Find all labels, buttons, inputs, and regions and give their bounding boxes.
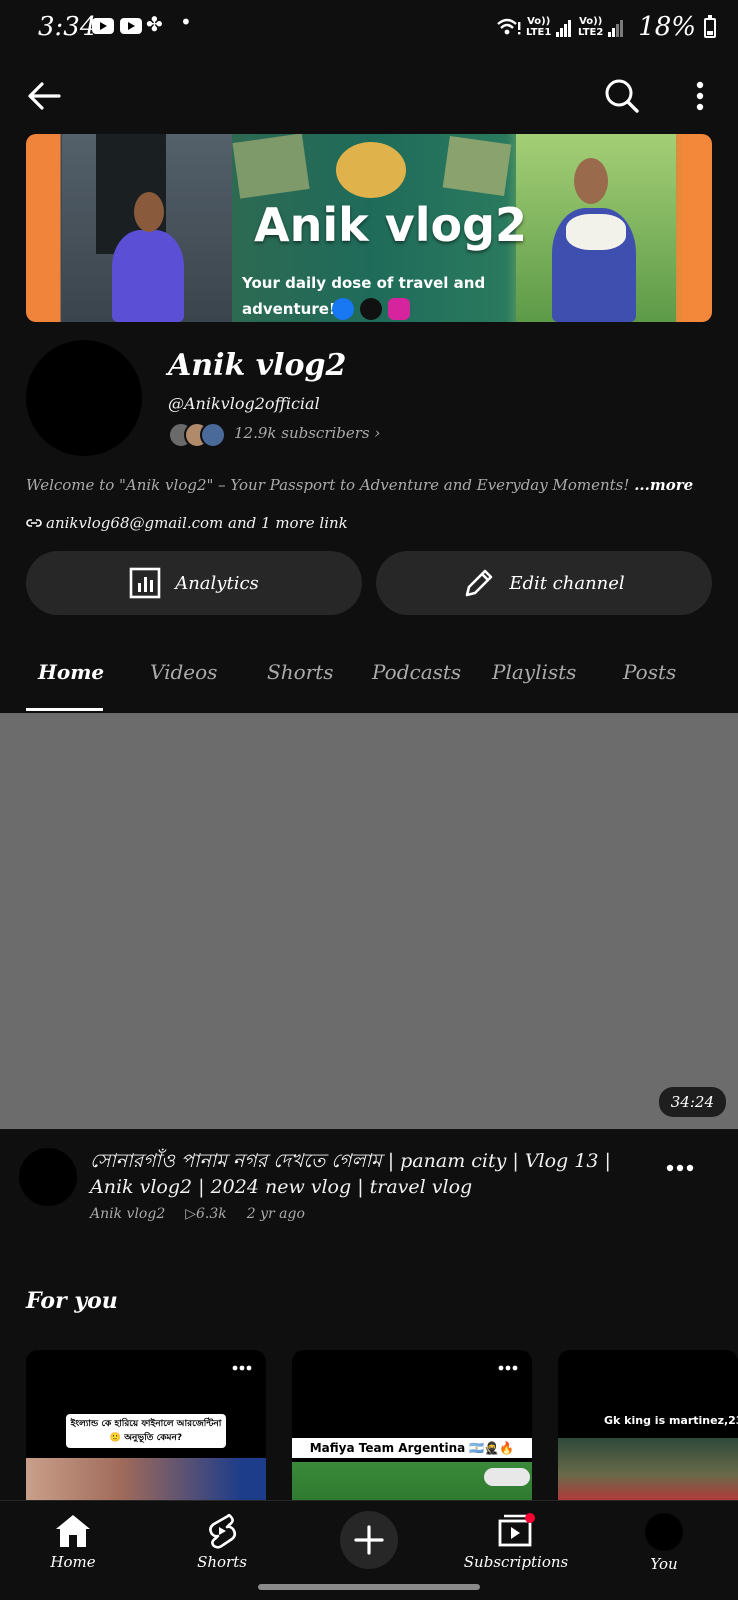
edit-channel-button[interactable]: Edit channel (376, 551, 712, 615)
description-text: Welcome to "Anik vlog2" – Your Passport … (26, 476, 630, 494)
analytics-icon (129, 567, 161, 599)
video-meta: Anik vlog2 ▷6.3k 2 yr ago (90, 1206, 305, 1222)
chevron-right-icon: › (374, 424, 381, 442)
nav-you-label: You (650, 1555, 678, 1573)
for-you-card[interactable]: ইংল্যান্ড কে হারিয়ে ফাইনালে আরজেন্টিনা … (26, 1350, 266, 1500)
analytics-label: Analytics (175, 572, 259, 594)
channel-name: Anik vlog2 (168, 348, 347, 383)
signal-icon (608, 19, 626, 37)
video-channel-name: Anik vlog2 (90, 1206, 166, 1222)
video-age: 2 yr ago (246, 1206, 305, 1222)
battery-icon (704, 15, 716, 38)
tiktok-icon (360, 298, 382, 320)
nav-home-label: Home (50, 1553, 96, 1571)
analytics-button[interactable]: Analytics (26, 551, 362, 615)
shorts-icon (209, 1513, 237, 1549)
nav-shorts[interactable]: Shorts (162, 1513, 282, 1571)
nav-subscriptions[interactable]: Subscriptions (456, 1513, 576, 1571)
avatar (200, 422, 226, 448)
card-thumbnail-image (558, 1438, 738, 1500)
channel-links[interactable]: anikvlog68@gmail.com and 1 more link (26, 514, 348, 532)
channel-tabs: Home Videos Shorts Podcasts Playlists Po… (0, 632, 738, 712)
for-you-card[interactable]: Mafiya Team Argentina 🇦🇷🥷🔥 (292, 1350, 532, 1500)
card-caption: ইংল্যান্ড কে হারিয়ে ফাইনালে আরজেন্টিনা … (66, 1414, 226, 1448)
more-horizontal-icon (666, 1164, 694, 1172)
link-icon (26, 519, 42, 527)
card-caption: Gk king is martinez,23 😎🔥 (604, 1414, 738, 1427)
subscriber-count-link[interactable]: 12.9k subscribers › (234, 424, 380, 442)
battery-percent: 18% (638, 12, 696, 42)
play-icon: ▷ (185, 1206, 197, 1222)
nav-you[interactable]: You (604, 1513, 724, 1573)
tab-podcasts[interactable]: Podcasts (372, 660, 461, 684)
active-tab-indicator (26, 708, 103, 711)
tab-posts[interactable]: Posts (623, 660, 676, 684)
youtube-notification-icon (92, 18, 114, 34)
create-button[interactable] (340, 1511, 398, 1569)
network-label-1: Vo)) LTE1 (526, 16, 552, 38)
banner-title: Anik vlog2 (254, 198, 528, 252)
app-notification-icon: ✤ (146, 12, 163, 36)
notification-dot-icon: • (180, 10, 192, 34)
channel-logo (484, 1468, 530, 1486)
card-more-button[interactable] (490, 1356, 526, 1380)
wifi-icon (497, 18, 521, 35)
video-channel-avatar[interactable] (19, 1148, 77, 1206)
featured-video-thumbnail[interactable]: 34:24 (0, 713, 738, 1129)
arrow-left-icon (28, 82, 61, 110)
for-you-card[interactable]: Gk king is martinez,23 😎🔥 (558, 1350, 738, 1500)
more-horizontal-icon (498, 1365, 518, 1371)
tab-playlists[interactable]: Playlists (492, 660, 576, 684)
plus-icon (354, 1525, 384, 1555)
top-app-bar (0, 62, 738, 130)
network-label-2: Vo)) LTE2 (578, 16, 604, 38)
tab-shorts[interactable]: Shorts (267, 660, 333, 684)
channel-description[interactable]: Welcome to "Anik vlog2" – Your Passport … (26, 476, 693, 494)
search-button[interactable] (598, 72, 646, 120)
subscriber-avatars (168, 422, 228, 450)
banner-person-left (112, 230, 184, 322)
nav-shorts-label: Shorts (197, 1553, 247, 1571)
notification-dot-icon (525, 1513, 535, 1523)
nav-home[interactable]: Home (13, 1513, 133, 1571)
subscriber-count: 12.9k subscribers (234, 424, 370, 442)
tab-home[interactable]: Home (38, 660, 104, 684)
more-vertical-icon (696, 81, 704, 111)
subscriptions-icon (498, 1513, 535, 1547)
tab-videos[interactable]: Videos (150, 660, 217, 684)
video-duration: 34:24 (658, 1087, 726, 1117)
more-options-button[interactable] (676, 72, 724, 120)
signal-icon (556, 19, 574, 37)
card-caption: Mafiya Team Argentina 🇦🇷🥷🔥 (292, 1438, 532, 1458)
links-text: anikvlog68@gmail.com and 1 more link (46, 514, 348, 532)
nav-subscriptions-label: Subscriptions (463, 1553, 569, 1571)
video-title[interactable]: সোনারগাঁও পানাম নগর দেখতে গেলাম | panam … (90, 1148, 650, 1200)
instagram-icon (388, 298, 410, 320)
status-bar: 3:34 ✤ • Vo)) LTE1 Vo)) LTE2 18% (0, 0, 738, 56)
channel-avatar[interactable] (26, 340, 142, 456)
card-more-button[interactable] (224, 1356, 260, 1380)
avatar (645, 1513, 683, 1551)
youtube-notification-icon (120, 18, 142, 34)
for-you-heading: For you (26, 1288, 118, 1314)
edit-channel-label: Edit channel (509, 572, 625, 594)
back-button[interactable] (20, 72, 68, 120)
video-more-button[interactable] (656, 1150, 704, 1186)
home-icon (56, 1515, 90, 1547)
video-views: ▷6.3k (185, 1206, 227, 1222)
card-thumbnail-image (26, 1458, 266, 1500)
more-link[interactable]: ...more (634, 476, 693, 494)
facebook-icon (332, 298, 354, 320)
gesture-bar[interactable] (258, 1584, 480, 1590)
channel-banner: Anik vlog2 Your daily dose of travel and… (26, 134, 712, 322)
banner-globe (336, 142, 406, 198)
search-icon (605, 79, 639, 113)
pencil-icon (466, 569, 493, 597)
channel-handle: @Anikvlog2official (168, 394, 320, 413)
more-horizontal-icon (232, 1365, 252, 1371)
status-time: 3:34 (38, 12, 97, 42)
